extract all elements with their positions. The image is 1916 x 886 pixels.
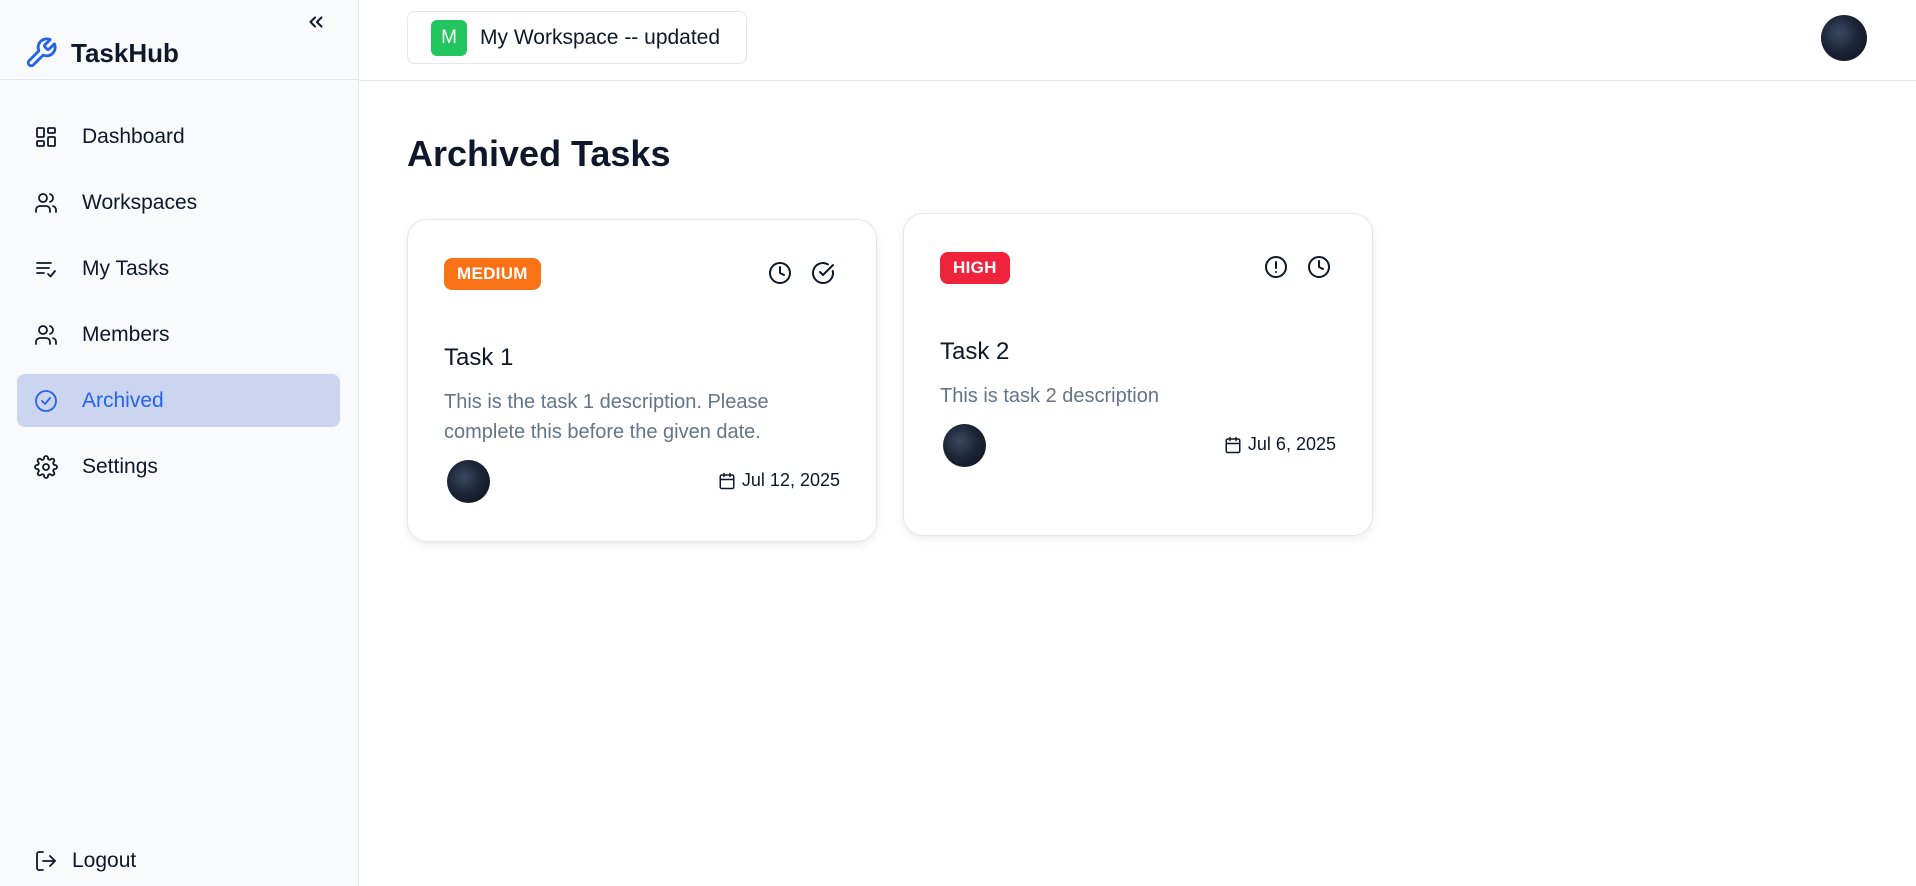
clock-icon	[767, 260, 793, 286]
sidebar-nav: Dashboard Workspaces My Tasks Members Ar…	[17, 110, 340, 506]
log-out-icon	[34, 848, 60, 874]
task-title: Task 2	[940, 338, 1010, 365]
sidebar-item-label: Members	[82, 322, 170, 346]
users-icon	[33, 322, 59, 348]
layout-dashboard-icon	[33, 124, 59, 150]
gear-icon	[33, 454, 59, 480]
due-date-text: Jul 6, 2025	[1247, 434, 1336, 454]
calendar-icon	[718, 472, 736, 490]
sidebar-item-label: Settings	[82, 454, 158, 478]
workspace-name: My Workspace -- updated	[480, 25, 721, 49]
sidebar-item-archived[interactable]: Archived	[17, 374, 340, 427]
workspace-switcher-button[interactable]: M My Workspace -- updated	[407, 11, 747, 64]
sidebar-item-label: My Tasks	[82, 256, 170, 280]
sidebar-item-label: Workspaces	[82, 190, 198, 214]
chevrons-left-icon	[309, 16, 323, 28]
sidebar: TaskHub Dashboard Workspaces My Tasks Me…	[0, 0, 359, 886]
sidebar-item-my-tasks[interactable]: My Tasks	[17, 242, 340, 295]
due-date-text: Jul 12, 2025	[741, 470, 840, 490]
brand: TaskHub	[0, 0, 358, 80]
task-description: This is task 2 description	[940, 385, 1159, 407]
due-date: Jul 6, 2025	[1224, 434, 1336, 455]
due-date: Jul 12, 2025	[718, 470, 840, 491]
task-status-icons	[1263, 254, 1332, 280]
alert-circle-icon	[1263, 254, 1289, 280]
users-icon	[33, 190, 59, 216]
logout-button[interactable]: Logout	[34, 848, 136, 874]
priority-badge: MEDIUM	[444, 258, 541, 290]
task-card[interactable]: MEDIUM Task 1 This is the task 1 descrip…	[407, 219, 877, 542]
sidebar-item-label: Archived	[82, 388, 164, 412]
check-circle-icon	[810, 260, 836, 286]
workspace-avatar: M	[431, 19, 467, 56]
sidebar-item-workspaces[interactable]: Workspaces	[17, 176, 340, 229]
task-status-icons	[767, 260, 836, 286]
assignee-avatar	[943, 424, 986, 467]
top-bar: M My Workspace -- updated	[359, 0, 1916, 81]
task-title: Task 1	[444, 344, 514, 371]
sidebar-item-dashboard[interactable]: Dashboard	[17, 110, 340, 163]
sidebar-item-settings[interactable]: Settings	[17, 440, 340, 493]
app-name: TaskHub	[71, 38, 179, 68]
assignee-avatar	[447, 460, 490, 503]
logout-label: Logout	[72, 849, 137, 872]
page-title: Archived Tasks	[407, 133, 671, 174]
priority-badge: HIGH	[940, 252, 1010, 284]
sidebar-item-members[interactable]: Members	[17, 308, 340, 361]
wrench-icon	[24, 36, 58, 70]
user-avatar[interactable]	[1821, 15, 1867, 61]
check-circle-icon	[33, 388, 59, 414]
sidebar-item-label: Dashboard	[82, 124, 185, 148]
clock-icon	[1306, 254, 1332, 280]
task-card[interactable]: HIGH Task 2 This is task 2 description J…	[903, 213, 1373, 536]
calendar-icon	[1224, 436, 1242, 454]
collapse-sidebar-button[interactable]	[304, 10, 328, 34]
list-checks-icon	[33, 256, 59, 282]
task-description: This is the task 1 description. Please c…	[444, 391, 769, 443]
